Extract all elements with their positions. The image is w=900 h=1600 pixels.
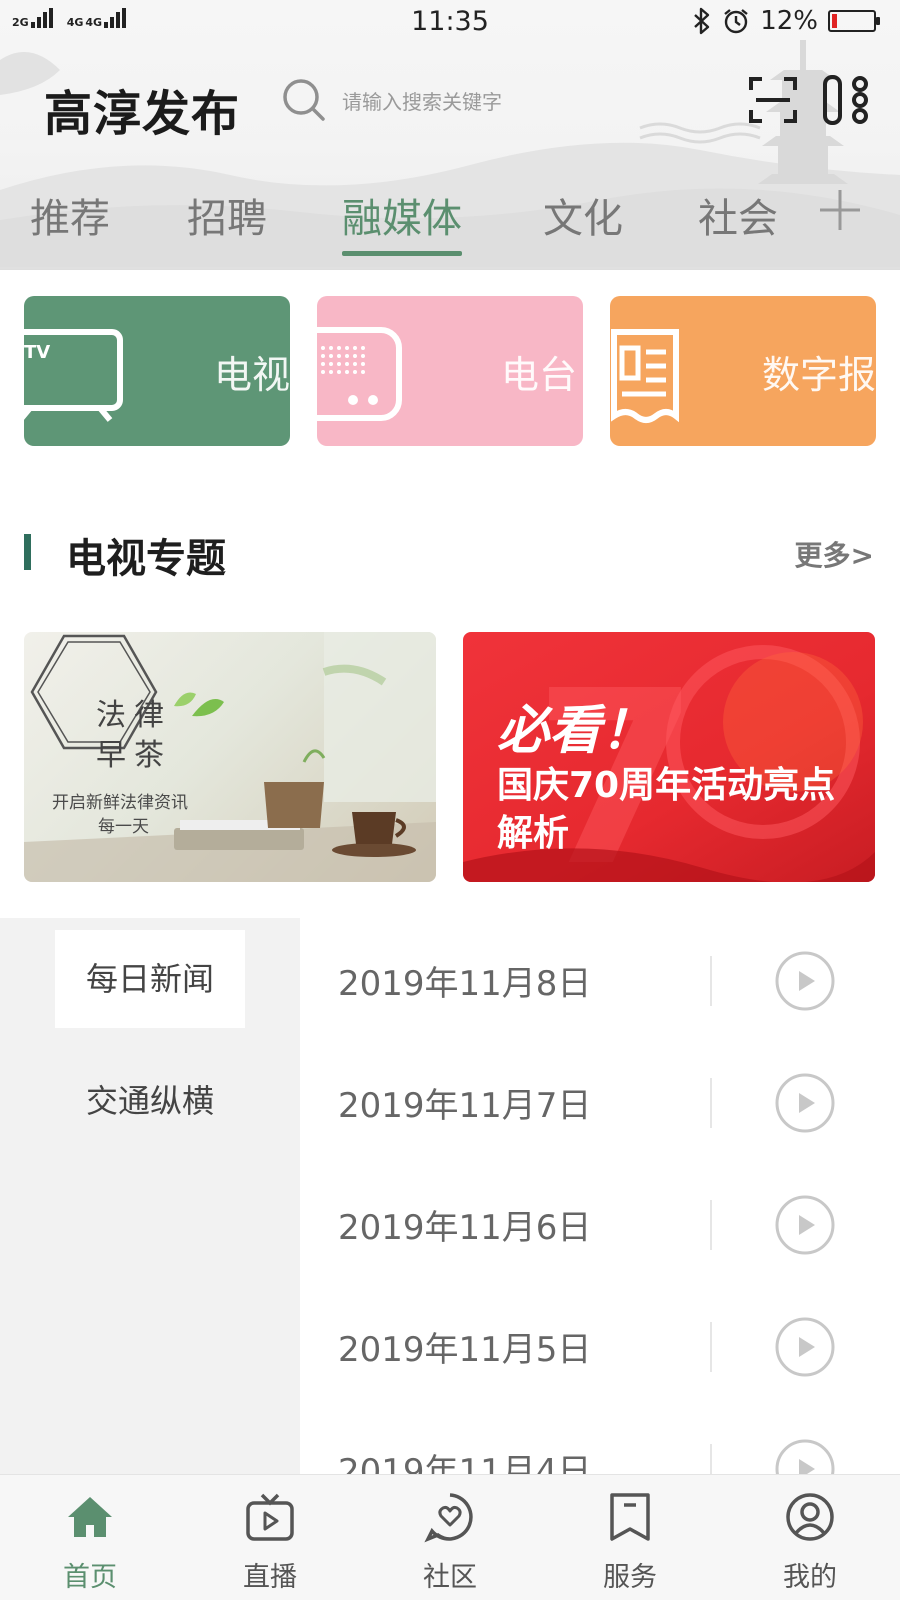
tab-media[interactable]: 融媒体 bbox=[342, 186, 462, 258]
law-subtitle-1: 开启新鲜法律资讯 bbox=[52, 793, 188, 813]
episode-list: 2019年11月8日 2019年11月7日 2019年11月6日 2019年11… bbox=[300, 918, 900, 1474]
svg-text:TV: TV bbox=[24, 342, 50, 363]
section-title: 电视专题 bbox=[66, 536, 226, 582]
more-link[interactable]: 更多> bbox=[795, 534, 874, 574]
nav-service[interactable]: 服务 bbox=[540, 1475, 720, 1600]
list-item[interactable]: 2019年11月8日 bbox=[300, 918, 900, 1040]
tab-recruitment[interactable]: 招聘 bbox=[187, 186, 267, 258]
tab-recommend[interactable]: 推荐 bbox=[30, 186, 110, 258]
search-bar[interactable]: 请输入搜索关键字 bbox=[282, 76, 502, 124]
nav-label: 首页 bbox=[63, 1562, 117, 1593]
battery-level-fill bbox=[832, 14, 837, 28]
list-item[interactable]: 2019年11月4日 bbox=[300, 1406, 900, 1474]
status-right: 12% bbox=[692, 6, 880, 36]
nav-profile[interactable]: 我的 bbox=[720, 1475, 900, 1600]
radio-channel-card[interactable]: 电台 bbox=[317, 296, 583, 446]
add-tab-icon[interactable] bbox=[816, 186, 864, 234]
section-accent-bar bbox=[24, 534, 31, 570]
play-icon[interactable] bbox=[774, 1072, 836, 1134]
tab-culture[interactable]: 文化 bbox=[543, 186, 623, 258]
nav-label: 我的 bbox=[783, 1562, 837, 1593]
law-tea-banner[interactable]: 法律 早茶 开启新鲜法律资讯 每一天 bbox=[24, 632, 436, 882]
list-item[interactable]: 2019年11月6日 bbox=[300, 1162, 900, 1284]
category-daily-news[interactable]: 每日新闻 bbox=[55, 930, 245, 1028]
service-icon bbox=[610, 1493, 650, 1541]
bottom-navigation: 首页 直播 社区 服务 我的 bbox=[0, 1474, 900, 1600]
episode-date: 2019年11月4日 bbox=[338, 1452, 592, 1474]
bluetooth-icon bbox=[694, 7, 710, 35]
community-icon bbox=[424, 1493, 473, 1543]
episode-date: 2019年11月5日 bbox=[338, 1330, 592, 1370]
list-item[interactable]: 2019年11月7日 bbox=[300, 1040, 900, 1162]
nav-community[interactable]: 社区 bbox=[360, 1475, 540, 1600]
nav-live[interactable]: 直播 bbox=[180, 1475, 360, 1600]
live-tv-icon bbox=[246, 1493, 294, 1541]
episode-date: 2019年11月7日 bbox=[338, 1086, 592, 1126]
law-badge-line-2: 早茶 bbox=[96, 738, 172, 773]
battery-percent: 12% bbox=[760, 6, 818, 36]
tv-channel-card[interactable]: TV 电视 bbox=[24, 296, 290, 446]
law-subtitle-2: 每一天 bbox=[98, 817, 149, 837]
media-label: 电视 bbox=[213, 353, 290, 397]
tab-society[interactable]: 社会 bbox=[698, 186, 778, 258]
media-channels: TV 电视 电台 数字报 bbox=[24, 296, 876, 446]
divider bbox=[710, 1078, 712, 1128]
search-placeholder[interactable]: 请输入搜索关键字 bbox=[342, 86, 502, 115]
nav-home[interactable]: 首页 bbox=[0, 1475, 180, 1600]
nav-label: 社区 bbox=[423, 1562, 477, 1593]
play-icon[interactable] bbox=[774, 950, 836, 1012]
nav-label: 直播 bbox=[243, 1562, 297, 1593]
nav-label: 服务 bbox=[603, 1562, 657, 1593]
divider bbox=[710, 1200, 712, 1250]
scan-icon[interactable] bbox=[748, 76, 798, 124]
play-icon[interactable] bbox=[774, 1194, 836, 1256]
divider bbox=[710, 1322, 712, 1372]
banner-headline: 必看！ bbox=[497, 701, 654, 761]
play-icon[interactable] bbox=[774, 1438, 836, 1474]
divider bbox=[710, 1444, 712, 1474]
divider bbox=[710, 956, 712, 1006]
profile-icon bbox=[786, 1493, 834, 1541]
list-item[interactable]: 2019年11月5日 bbox=[300, 1284, 900, 1406]
episode-date: 2019年11月6日 bbox=[338, 1208, 592, 1248]
home-icon bbox=[68, 1497, 112, 1537]
search-icon[interactable] bbox=[282, 78, 326, 122]
episode-date: 2019年11月8日 bbox=[338, 964, 592, 1004]
media-label: 数字报 bbox=[761, 353, 876, 397]
program-category-menu: 每日新闻 交通纵横 bbox=[0, 918, 300, 1474]
alarm-clock-icon bbox=[724, 9, 748, 34]
battery-icon bbox=[828, 10, 880, 32]
media-label: 电台 bbox=[500, 353, 577, 397]
category-traffic[interactable]: 交通纵横 bbox=[55, 1052, 245, 1150]
play-icon[interactable] bbox=[774, 1316, 836, 1378]
menu-more-icon[interactable] bbox=[822, 74, 872, 126]
digital-newspaper-card[interactable]: 数字报 bbox=[610, 296, 876, 446]
category-tabs: 推荐 招聘 融媒体 文化 社会 bbox=[0, 180, 900, 260]
app-title: 高淳发布 bbox=[44, 86, 241, 142]
law-badge-line-1: 法律 bbox=[96, 698, 172, 733]
status-bar: 2G 4G 4G 11:35 12% bbox=[0, 0, 900, 48]
program-list-area: 每日新闻 交通纵横 2019年11月8日 2019年11月7日 2019年11月… bbox=[0, 918, 900, 1474]
banner-line-1: 国庆70周年活动亮点 bbox=[497, 765, 836, 806]
national-day-banner[interactable]: 7 必看！ 国庆70周年活动亮点 解析 bbox=[463, 632, 875, 882]
banner-line-2: 解析 bbox=[497, 813, 570, 854]
